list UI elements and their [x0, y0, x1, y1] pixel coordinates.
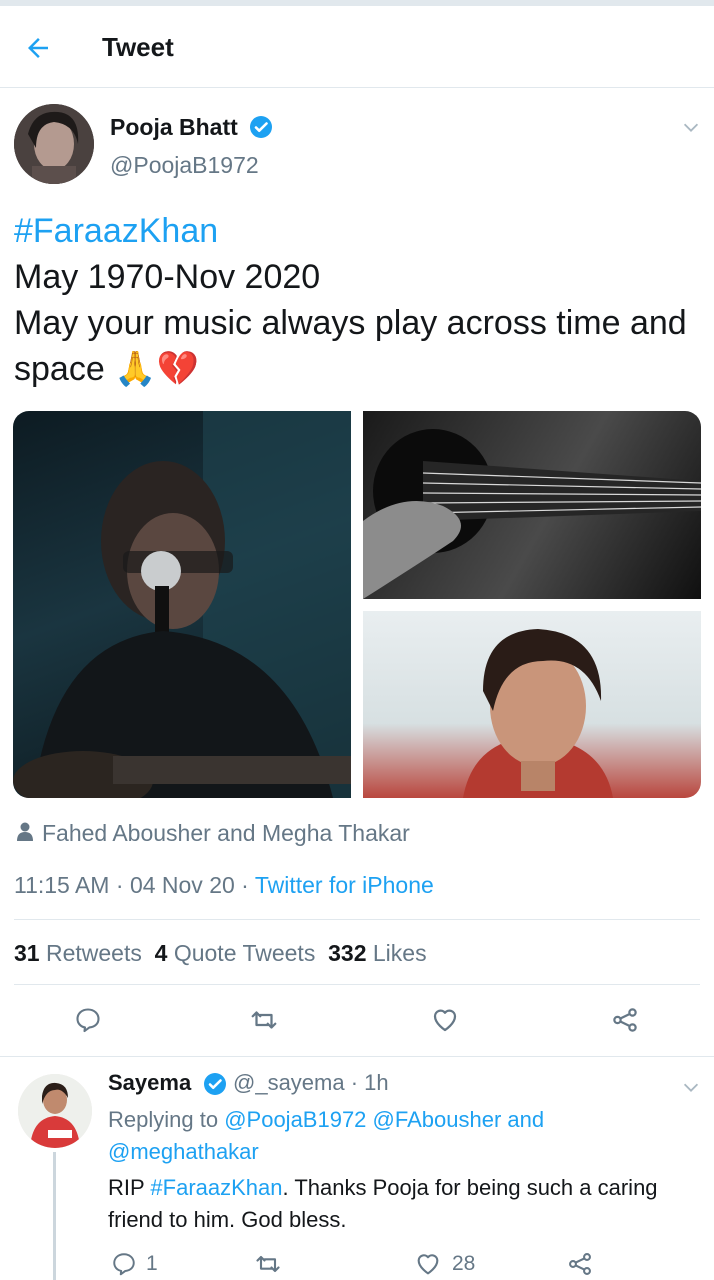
reply-author-name[interactable]: Sayema	[108, 1070, 191, 1096]
emoji-folded-hands-broken-heart: 🙏💔	[114, 350, 199, 388]
divider	[14, 919, 700, 920]
tweet-time: 11:15 AM	[14, 872, 110, 898]
chevron-down-icon[interactable]	[680, 1076, 702, 1103]
photo-portrait[interactable]	[363, 611, 701, 798]
retweets-stat[interactable]: 31 Retweets	[14, 940, 142, 966]
reply-button[interactable]	[68, 1000, 108, 1040]
heart-icon	[433, 1009, 457, 1032]
retweet-icon	[256, 1255, 280, 1273]
verified-badge-icon	[249, 115, 273, 144]
replying-prefix: Replying to	[108, 1107, 219, 1132]
photo-singer-with-microphone[interactable]	[13, 411, 351, 798]
share-button[interactable]	[605, 1000, 645, 1040]
page-title: Tweet	[102, 32, 174, 62]
tweet-line-dates: May 1970-Nov 2020	[14, 258, 321, 296]
author-name[interactable]: Pooja Bhatt	[110, 114, 238, 141]
back-button[interactable]	[16, 26, 60, 70]
thread-line	[53, 1152, 56, 1280]
share-icon	[613, 1008, 637, 1032]
verified-badge-icon	[203, 1072, 227, 1101]
divider	[0, 1056, 714, 1057]
divider	[14, 984, 700, 985]
reply-count: 1	[146, 1252, 158, 1275]
quote-tweets-stat[interactable]: 4 Quote Tweets	[155, 940, 316, 966]
reply-icon	[113, 1253, 135, 1276]
reply-like-button[interactable]	[408, 1244, 448, 1280]
retweet-button[interactable]	[244, 1000, 284, 1040]
author-avatar[interactable]	[14, 104, 94, 184]
engagement-stats: 31 Retweets 4 Quote Tweets 332 Likes	[14, 940, 427, 967]
reply-author-handle[interactable]: @_sayema · 1h	[233, 1070, 389, 1096]
media-grid	[13, 411, 701, 798]
reply-hashtag[interactable]: #FaraazKhan	[150, 1175, 282, 1200]
share-icon	[569, 1253, 591, 1275]
reply-author-avatar[interactable]	[18, 1074, 92, 1148]
reply-text-prefix: RIP	[108, 1175, 145, 1200]
chevron-down-icon[interactable]	[680, 116, 702, 143]
header-bar: Tweet	[0, 6, 714, 88]
heart-icon	[417, 1254, 439, 1275]
retweet-icon	[251, 1011, 277, 1029]
photo-guitar-strings[interactable]	[363, 411, 701, 599]
tagged-users[interactable]: Fahed Abousher and Megha Thakar	[42, 820, 410, 847]
reply-like-count: 28	[452, 1252, 476, 1275]
tweet-text: #FaraazKhan May 1970-Nov 2020 May your m…	[14, 208, 704, 392]
tweet-source[interactable]: Twitter for iPhone	[255, 872, 434, 898]
reply-text: RIP #FaraazKhan. Thanks Pooja for being …	[108, 1172, 698, 1236]
tweet-hashtag[interactable]: #FaraazKhan	[14, 208, 704, 254]
person-icon	[16, 822, 34, 847]
reply-retweet-button[interactable]	[248, 1244, 288, 1280]
likes-stat[interactable]: 332 Likes	[328, 940, 426, 966]
tweet-line-message: May your music always play across time a…	[14, 300, 704, 392]
tweet-meta: 11:15 AM · 04 Nov 20 · Twitter for iPhon…	[14, 872, 434, 898]
reply-share-button[interactable]	[560, 1244, 600, 1280]
back-arrow-icon	[28, 38, 48, 58]
reply-icon	[76, 1008, 100, 1033]
author-handle[interactable]: @PoojaB1972	[110, 152, 259, 179]
tweet-date: 04 Nov 20	[129, 872, 235, 898]
like-button[interactable]	[425, 1000, 465, 1040]
reply-reply-button[interactable]	[104, 1244, 144, 1280]
replying-to: Replying to @PoojaB1972 @FAbousher and @…	[108, 1104, 698, 1168]
